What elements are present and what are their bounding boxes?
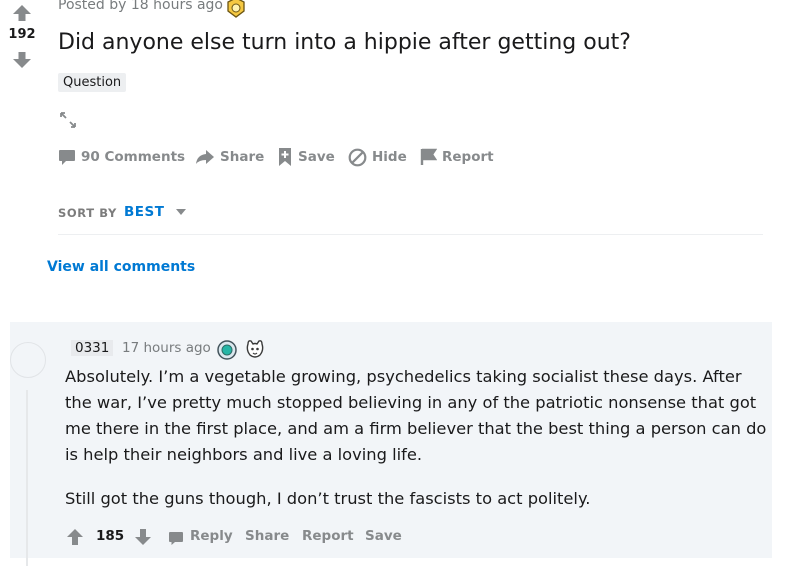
award-icon[interactable] [226, 0, 246, 19]
report-label: Report [442, 149, 494, 165]
comments-button[interactable]: 90 Comments [58, 146, 185, 168]
comment-score: 185 [96, 528, 125, 544]
downvote-icon[interactable] [12, 51, 32, 69]
comment-share-button[interactable]: Share [245, 528, 289, 544]
post-flair[interactable]: Question [58, 73, 127, 92]
comment-paragraph: Absolutely. I’m a vegetable growing, psy… [65, 367, 767, 464]
share-button[interactable]: Share [195, 146, 264, 168]
hide-button[interactable]: Hide [348, 146, 407, 168]
share-icon [196, 150, 214, 164]
comment-icon [59, 149, 75, 165]
award-icon[interactable] [216, 339, 238, 361]
comment-body: Absolutely. I’m a vegetable growing, psy… [65, 364, 770, 512]
reply-button[interactable]: Reply [190, 528, 233, 544]
comment-downvote-icon[interactable] [134, 528, 152, 546]
share-label: Share [220, 149, 265, 165]
thread-line[interactable] [26, 390, 28, 566]
sort-dropdown[interactable]: BEST [124, 204, 164, 220]
save-label: Save [298, 149, 335, 165]
comment-timestamp[interactable]: 17 hours ago [122, 340, 211, 356]
comment-report-button[interactable]: Report [302, 528, 354, 544]
comment-author[interactable]: 0331 [71, 340, 114, 356]
hide-label: Hide [372, 149, 407, 165]
comments-count: 90 Comments [81, 149, 186, 165]
save-button[interactable]: Save [277, 146, 335, 168]
comment-save-button[interactable]: Save [365, 528, 402, 544]
avatar[interactable] [10, 342, 46, 378]
post-title[interactable]: Did anyone else turn into a hippie after… [58, 30, 631, 55]
report-button[interactable]: Report [420, 146, 494, 168]
sort-label: SORT BY [58, 206, 117, 220]
bookmark-icon [279, 148, 291, 166]
post-score: 192 [8, 27, 36, 42]
comment-upvote-icon[interactable] [66, 528, 84, 546]
chevron-down-icon[interactable] [175, 208, 187, 216]
comment-paragraph: Still got the guns though, I don’t trust… [65, 489, 591, 508]
expand-icon[interactable] [59, 111, 77, 129]
animal-award-icon[interactable] [244, 338, 266, 360]
posted-by: Posted by 18 hours ago [58, 0, 223, 13]
reply-icon[interactable] [168, 531, 184, 546]
view-all-comments-link[interactable]: View all comments [47, 259, 195, 275]
flag-icon [420, 148, 437, 165]
hide-icon [348, 148, 367, 166]
upvote-icon[interactable] [12, 4, 32, 22]
divider [58, 234, 763, 235]
